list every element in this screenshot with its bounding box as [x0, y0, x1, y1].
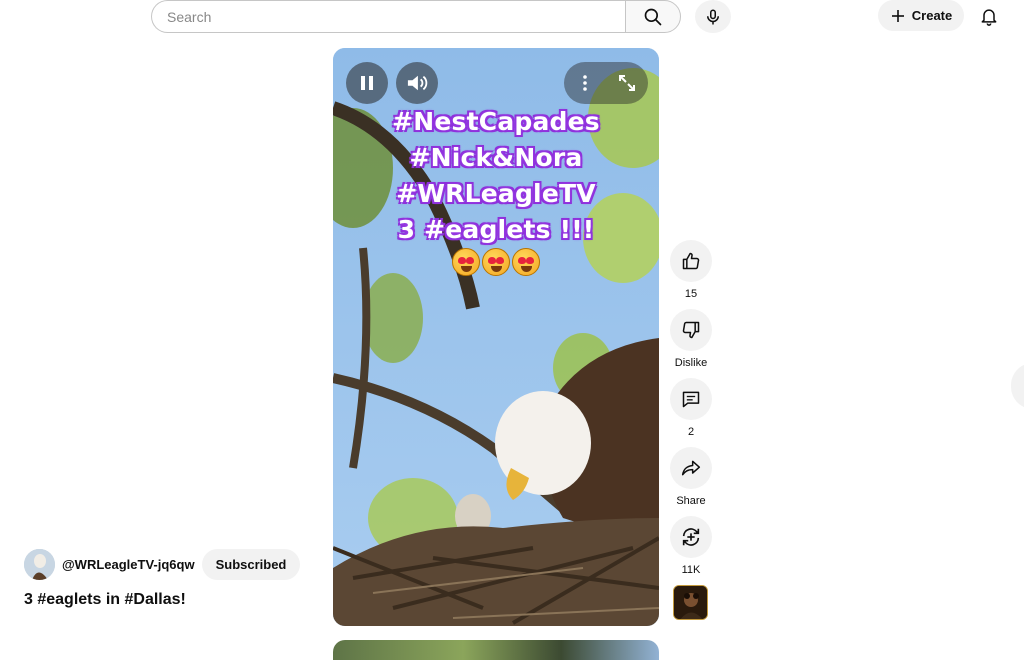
video-caption-overlay: #NestCapades #Nick&Nora #WRLeagleTV 3 #e… [333, 104, 659, 248]
volume-button[interactable] [396, 62, 438, 104]
dislike-action: Dislike [669, 309, 713, 369]
channel-avatar-image [24, 549, 55, 580]
avatar[interactable] [24, 549, 55, 580]
caption-line: 3 #eaglets !!! [397, 215, 595, 244]
volume-icon [407, 75, 428, 91]
search-box[interactable] [151, 0, 626, 33]
like-action: 15 [669, 240, 713, 300]
voice-search-button[interactable] [695, 0, 731, 33]
player-menu-group [564, 62, 648, 104]
fullscreen-button[interactable] [606, 62, 648, 104]
more-vert-icon [583, 75, 587, 91]
heart-eyes-emoji-icon [482, 248, 510, 276]
remix-count: 11K [681, 564, 701, 576]
next-short-nav-button[interactable] [1011, 363, 1024, 409]
search-icon [644, 8, 662, 25]
thumb-up-icon [682, 252, 700, 270]
create-button[interactable]: Create [878, 0, 964, 31]
comment-count: 2 [687, 426, 695, 438]
fullscreen-icon [619, 75, 635, 91]
heart-eyes-emoji-row [333, 248, 659, 276]
heart-eyes-emoji-icon [452, 248, 480, 276]
caption-line: #Nick&Nora [409, 143, 583, 172]
audio-artist-image [674, 586, 707, 619]
share-action: Share [669, 447, 713, 507]
comment-action: 2 [669, 378, 713, 438]
pause-icon [361, 76, 373, 90]
caption-line: #WRLeagleTV [396, 179, 596, 208]
top-bar: Create [0, 0, 1024, 36]
channel-handle[interactable]: @WRLeagleTV-jq6qw [62, 557, 195, 572]
share-button[interactable] [670, 447, 712, 489]
bell-icon [981, 9, 997, 26]
heart-eyes-emoji-icon [512, 248, 540, 276]
like-button[interactable] [670, 240, 712, 282]
comments-button[interactable] [670, 378, 712, 420]
plus-icon [891, 9, 904, 22]
remix-button[interactable] [670, 516, 712, 558]
pause-button[interactable] [346, 62, 388, 104]
remix-icon [682, 528, 700, 546]
more-options-button[interactable] [564, 62, 606, 104]
search-button[interactable] [625, 0, 681, 33]
dislike-label: Dislike [674, 357, 708, 369]
create-label: Create [911, 8, 953, 23]
mic-icon [707, 9, 719, 24]
share-label: Share [676, 495, 706, 507]
short-video-player[interactable]: #NestCapades #Nick&Nora #WRLeagleTV 3 #e… [333, 48, 659, 626]
share-icon [681, 460, 701, 476]
search-input[interactable] [167, 8, 626, 25]
dislike-button[interactable] [670, 309, 712, 351]
channel-row: @WRLeagleTV-jq6qw Subscribed [24, 549, 301, 580]
remix-action: 11K [669, 516, 713, 576]
comment-icon [682, 391, 700, 408]
caption-line: #NestCapades [392, 107, 600, 136]
thumb-down-icon [682, 321, 700, 339]
short-title: 3 #eaglets in #Dallas! [24, 591, 186, 608]
next-short-preview[interactable] [333, 640, 659, 660]
like-count: 15 [684, 288, 698, 300]
notifications-button[interactable] [973, 1, 1005, 31]
audio-track-thumbnail[interactable] [673, 585, 708, 620]
subscribe-button[interactable]: Subscribed [201, 549, 301, 580]
